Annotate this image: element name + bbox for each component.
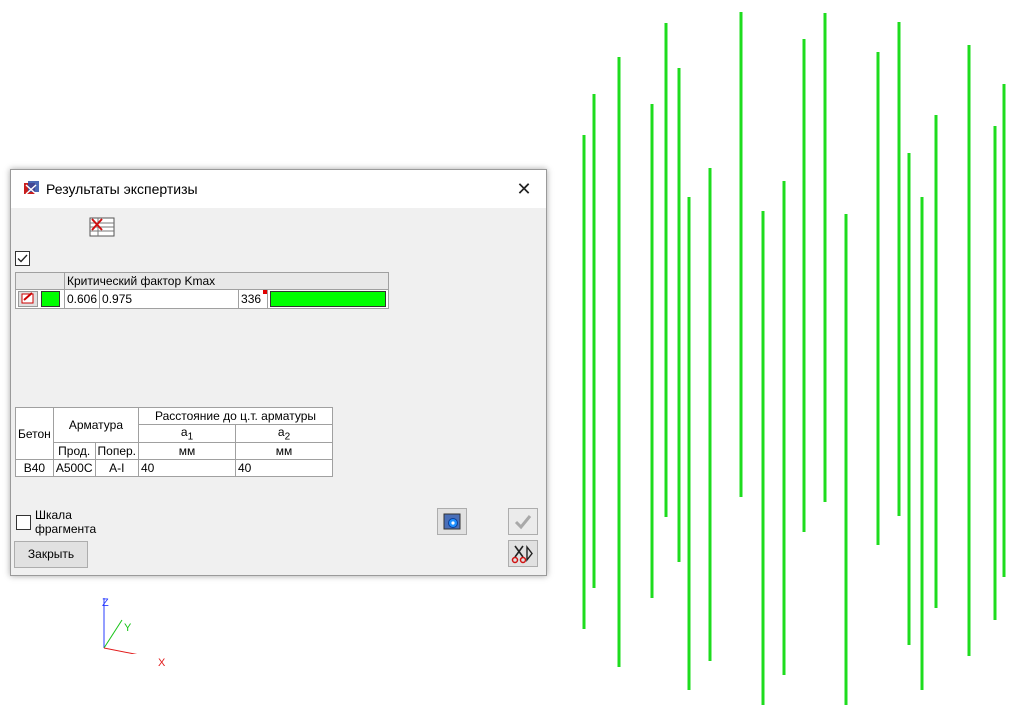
checkmark-icon [17, 254, 28, 263]
transverse-rebar-header: Попер. [94, 442, 140, 461]
z-axis-label: Z [102, 597, 109, 609]
settings-button[interactable] [437, 508, 467, 535]
geometry-table: Бетон Арматура Расстояние до ц.т. армату… [15, 406, 333, 478]
x-axis-label: X [158, 657, 166, 669]
cut-button[interactable] [508, 540, 538, 567]
rebar-header: Арматура [52, 406, 140, 444]
scale-label-line2: фрагмента [35, 522, 97, 536]
show-results-checkbox[interactable] [15, 251, 30, 266]
concrete-value[interactable]: B40 [15, 459, 54, 478]
color-swatch[interactable] [41, 291, 60, 307]
kmax-header-blank [15, 272, 65, 290]
kmax-row-controls [15, 289, 65, 309]
apply-button[interactable] [508, 508, 538, 535]
a2-value[interactable]: 40 [235, 459, 333, 478]
check-icon [514, 515, 532, 530]
scale-label-line1: Шкала [35, 508, 72, 522]
x-axis-line [103, 647, 138, 654]
close-button[interactable]: Закрыть [14, 541, 88, 568]
title-bar[interactable]: Результаты экспертизы ✕ [11, 170, 546, 208]
a2-unit: мм [235, 442, 333, 461]
kmax-count: 336 [241, 292, 262, 306]
expertise-results-dialog: Результаты экспертизы ✕ Критический факт… [10, 169, 547, 576]
scale-fragment-label: Шкала фрагмента [35, 508, 96, 536]
distance-header: Расстояние до ц.т. арматуры [138, 407, 333, 425]
transverse-rebar-value[interactable]: A-I [94, 459, 140, 478]
kmax-color-bar [270, 291, 387, 307]
kmax-table: Критический фактор Kmax 0.606 0.975 336 [15, 272, 390, 309]
concrete-header: Бетон [15, 406, 54, 461]
app-icon [24, 181, 39, 195]
kmax-header: Критический фактор Kmax [63, 272, 390, 290]
settings-icon [443, 513, 461, 530]
kmax-count-cell: 336 [238, 289, 269, 309]
close-icon[interactable]: ✕ [502, 170, 546, 208]
long-rebar-header: Прод. [52, 442, 96, 461]
table-delete-icon [89, 217, 115, 237]
kmax-max-value: 0.975 [99, 289, 240, 309]
axis-indicator: Z Y [102, 597, 138, 654]
scissors-icon [511, 544, 533, 564]
a2-header: a2 [235, 423, 333, 444]
a1-unit: мм [138, 442, 236, 461]
edit-row-button[interactable] [18, 291, 38, 307]
scale-fragment-checkbox[interactable] [16, 515, 31, 530]
kmax-bar-cell [267, 289, 390, 309]
a1-header: a1 [138, 423, 236, 444]
y-axis-label: Y [124, 622, 132, 634]
clear-table-button[interactable] [87, 214, 117, 240]
a1-value[interactable]: 40 [138, 459, 236, 478]
dialog-title: Результаты экспертизы [46, 181, 198, 197]
y-axis-line [103, 619, 123, 649]
marker-icon [263, 290, 268, 294]
pencil-icon [21, 292, 34, 304]
long-rebar-value[interactable]: A500C [52, 459, 96, 478]
kmax-min-value: 0.606 [63, 289, 101, 309]
